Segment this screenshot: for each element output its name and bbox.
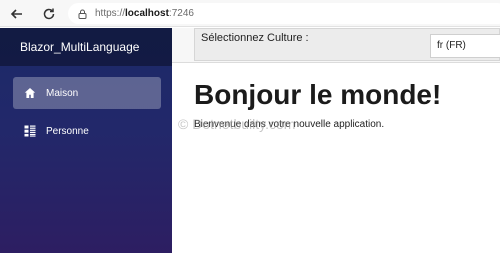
culture-select[interactable]: fr (FR) <box>430 34 500 58</box>
welcome-text: Bienvenue dans votre nouvelle applicatio… <box>194 119 385 130</box>
address-bar[interactable]: https://localhost:7246 <box>68 3 500 24</box>
culture-label: Sélectionnez Culture : <box>201 32 309 44</box>
page-title: Bonjour le monde! <box>194 79 442 110</box>
url-scheme: https:// <box>95 8 126 19</box>
url-port: :7246 <box>168 8 194 19</box>
sidebar-item-label: Personne <box>46 125 89 137</box>
lock-icon <box>78 9 87 19</box>
sidebar-item-label: Maison <box>46 87 79 99</box>
refresh-icon[interactable] <box>40 5 58 23</box>
browser-toolbar: https://localhost:7246 <box>0 0 500 27</box>
list-icon <box>23 124 37 138</box>
top-bar: Sélectionnez Culture : fr (FR) <box>172 28 500 63</box>
app-brand[interactable]: Blazor_MultiLanguage <box>0 28 172 66</box>
sidebar-item-personne[interactable]: Personne <box>13 115 161 147</box>
url-host: localhost <box>125 8 169 19</box>
sidebar-item-maison[interactable]: Maison <box>13 77 161 109</box>
sidebar: Blazor_MultiLanguage Maison Personne <box>0 28 172 253</box>
home-icon <box>23 86 37 100</box>
back-arrow-icon[interactable] <box>8 5 26 23</box>
